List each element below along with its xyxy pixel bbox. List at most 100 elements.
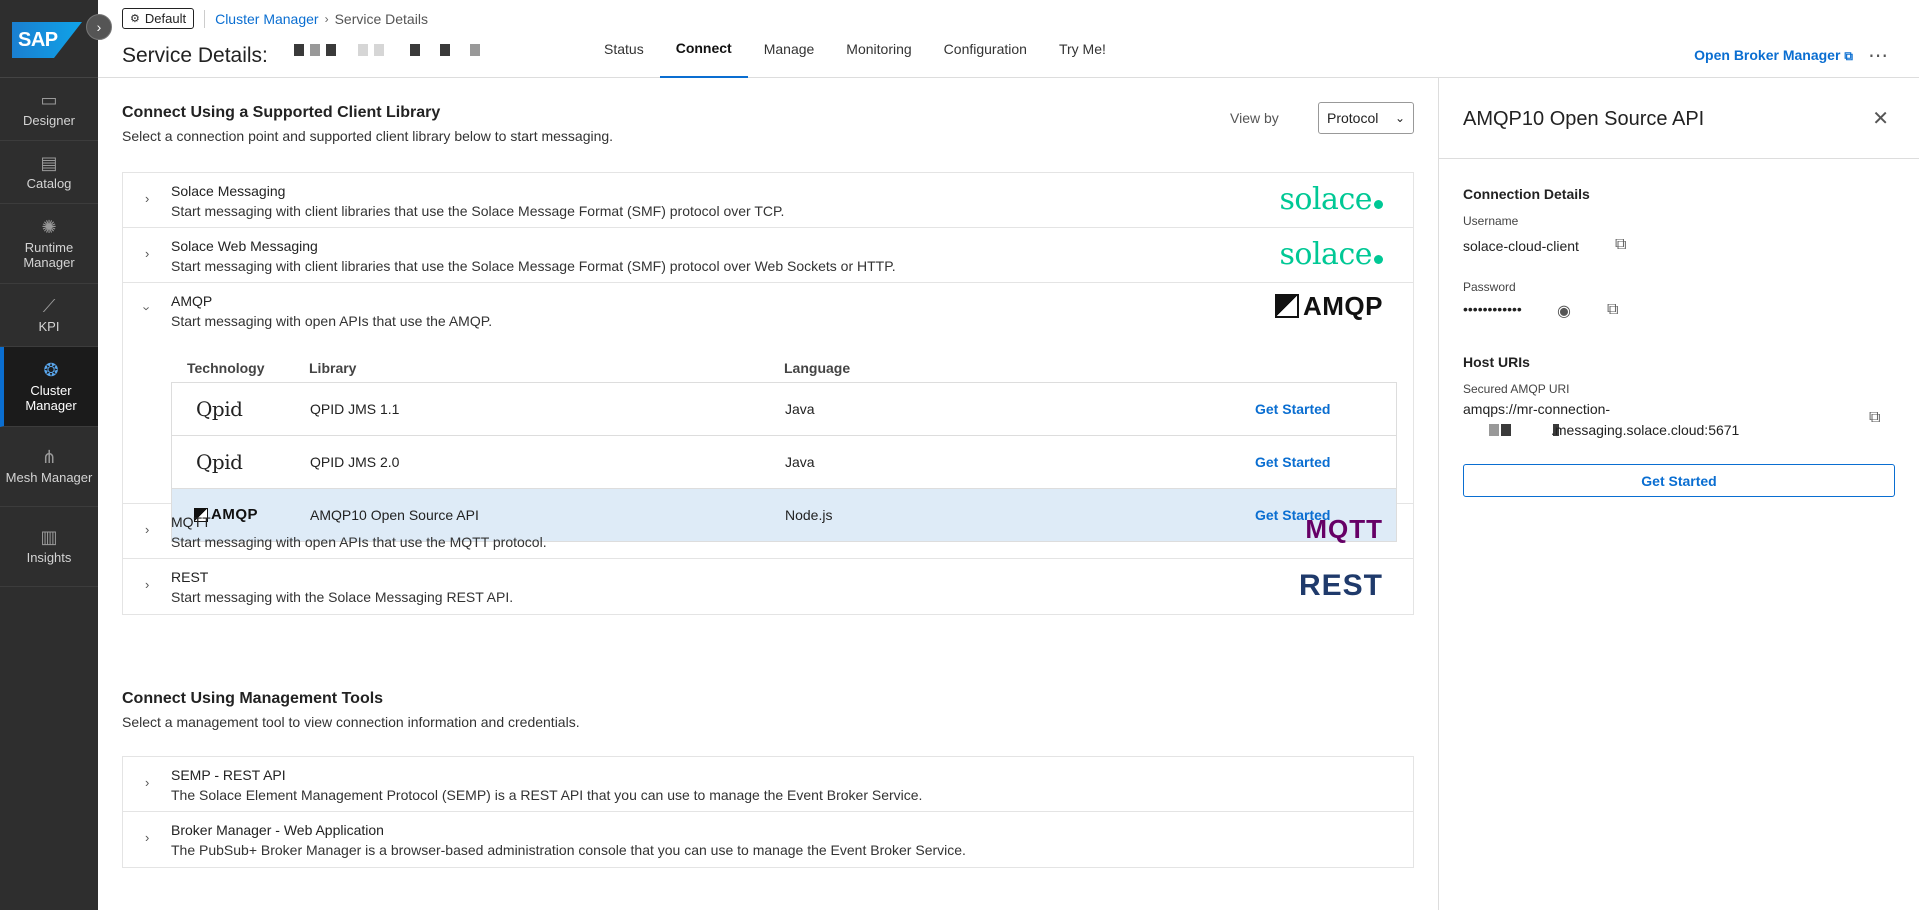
protocol-row-solace-web-messaging[interactable]: › Solace Web Messaging Start messaging w…: [123, 228, 1413, 283]
chevron-down-icon[interactable]: ›: [140, 306, 155, 310]
nav-item-catalog[interactable]: ▤ Catalog: [0, 141, 98, 204]
open-broker-manager-link[interactable]: Open Broker Manager ⧉: [1694, 47, 1853, 64]
client-library-title: Connect Using a Supported Client Library: [122, 104, 441, 121]
management-tools-subtitle: Select a management tool to view connect…: [122, 714, 580, 730]
column-header-technology: Technology: [187, 359, 265, 376]
redacted-service-name: [294, 44, 480, 56]
chevron-right-icon[interactable]: ›: [145, 577, 149, 592]
redaction-block: [440, 44, 450, 56]
table-row[interactable]: Qpid QPID JMS 1.1 Java Get Started: [171, 383, 1397, 436]
username-value: solace-cloud-client: [1463, 238, 1579, 254]
tools-accordion: › SEMP - REST API The Solace Element Man…: [122, 756, 1414, 868]
tool-description: The Solace Element Management Protocol (…: [171, 787, 923, 803]
nav-item-kpi[interactable]: ⟋ KPI: [0, 284, 98, 347]
header: ⚙ Default Cluster Manager › Service Deta…: [98, 0, 1919, 78]
logo-text: solace: [1279, 237, 1373, 272]
logo-text: solace: [1279, 182, 1373, 217]
breadcrumb-current: Service Details: [334, 10, 428, 27]
protocol-description: Start messaging with open APIs that use …: [171, 534, 547, 550]
chart-line-icon: ⟋: [42, 295, 56, 316]
redaction-block: [1501, 424, 1511, 436]
tab-status[interactable]: Status: [588, 0, 660, 78]
tool-row-broker-manager[interactable]: › Broker Manager - Web Application The P…: [123, 812, 1413, 867]
secured-amqp-uri-line1: amqps://mr-connection-: [1463, 401, 1611, 417]
nav-item-insights[interactable]: ▥ Insights: [0, 507, 98, 587]
tab-try-me[interactable]: Try Me!: [1043, 0, 1122, 78]
service-tabs: Status Connect Manage Monitoring Configu…: [588, 0, 1122, 78]
chevron-right-icon[interactable]: ›: [145, 775, 149, 790]
host-uris-heading: Host URIs: [1463, 354, 1530, 370]
bar-chart-icon: ▥: [40, 527, 58, 547]
protocol-row-rest[interactable]: › REST Start messaging with the Solace M…: [123, 559, 1413, 614]
connection-details-heading: Connection Details: [1463, 186, 1590, 202]
copy-icon[interactable]: ⧉: [1869, 409, 1880, 427]
nav-item-cluster-manager[interactable]: ❂ Cluster Manager: [0, 347, 98, 427]
breadcrumb: ⚙ Default Cluster Manager › Service Deta…: [122, 8, 428, 29]
mqtt-logo: MQTT: [1305, 514, 1383, 544]
get-started-button[interactable]: Get Started: [1463, 464, 1895, 497]
environment-badge[interactable]: ⚙ Default: [122, 8, 195, 29]
protocol-name: REST: [171, 569, 209, 585]
left-nav: SAP ▭ Designer ▤ Catalog ✺ Runtime Manag…: [0, 0, 98, 910]
view-by-value: Protocol: [1327, 110, 1379, 126]
chevron-down-icon: ⌄: [1394, 111, 1405, 125]
chevron-right-icon[interactable]: ›: [145, 191, 149, 206]
close-icon[interactable]: ✕: [1872, 106, 1889, 131]
nav-item-mesh-manager[interactable]: ⋔ Mesh Manager: [0, 427, 98, 507]
get-started-link[interactable]: Get Started: [1255, 454, 1395, 470]
table-row[interactable]: Qpid QPID JMS 2.0 Java Get Started: [171, 436, 1397, 489]
column-header-language: Language: [784, 359, 851, 376]
library-name: QPID JMS 2.0: [310, 454, 400, 470]
protocol-row-solace-messaging[interactable]: › Solace Messaging Start messaging with …: [123, 173, 1413, 228]
protocol-row-mqtt[interactable]: › MQTT Start messaging with open APIs th…: [123, 504, 1413, 559]
tab-connect[interactable]: Connect: [659, 0, 748, 78]
redaction-block: [294, 44, 304, 56]
tab-monitoring[interactable]: Monitoring: [830, 0, 927, 78]
chevron-right-icon[interactable]: ›: [145, 246, 149, 261]
mesh-icon: ⋔: [41, 447, 57, 467]
nav-item-runtime-manager[interactable]: ✺ Runtime Manager: [0, 204, 98, 284]
copy-icon[interactable]: ⧉: [1607, 301, 1618, 319]
catalog-icon: ▤: [40, 152, 58, 173]
copy-icon[interactable]: ⧉: [1615, 236, 1626, 254]
external-link-icon: ⧉: [1844, 49, 1853, 63]
tool-name: SEMP - REST API: [171, 767, 286, 783]
library-language: Java: [785, 401, 815, 417]
designer-icon: ▭: [40, 89, 58, 110]
chevron-right-icon[interactable]: ›: [145, 522, 149, 537]
view-by-select[interactable]: Protocol ⌄: [1318, 102, 1414, 134]
password-label: Password: [1463, 280, 1516, 294]
protocol-name[interactable]: AMQP: [171, 293, 212, 309]
tool-row-semp[interactable]: › SEMP - REST API The Solace Element Man…: [123, 757, 1413, 812]
tab-manage[interactable]: Manage: [748, 0, 831, 78]
main-content: Connect Using a Supported Client Library…: [98, 78, 1438, 910]
tab-configuration[interactable]: Configuration: [928, 0, 1043, 78]
redaction-block: [1489, 424, 1499, 436]
logo-text: AMQP: [1303, 291, 1383, 321]
protocol-description: Start messaging with open APIs that use …: [171, 313, 493, 329]
protocol-description: Start messaging with client libraries th…: [171, 203, 785, 219]
gear-icon: ⚙: [130, 13, 140, 25]
nav-item-label: KPI: [38, 318, 60, 334]
nav-item-designer[interactable]: ▭ Designer: [0, 78, 98, 141]
secured-amqp-uri-label: Secured AMQP URI: [1463, 382, 1570, 396]
username-label: Username: [1463, 214, 1519, 228]
breadcrumb-link-cluster-manager[interactable]: Cluster Manager: [215, 11, 319, 27]
qpid-logo: Qpid: [196, 450, 243, 474]
protocol-accordion: › Solace Messaging Start messaging with …: [122, 172, 1414, 615]
tool-name: Broker Manager - Web Application: [171, 822, 384, 838]
chevron-right-icon[interactable]: ›: [86, 14, 112, 40]
library-language: Java: [785, 454, 815, 470]
redaction-block: [326, 44, 336, 56]
chevron-right-icon[interactable]: ›: [145, 830, 149, 845]
eye-icon[interactable]: ◉: [1557, 301, 1571, 321]
amqp-logo: AMQP: [1275, 293, 1383, 319]
library-table-header: Technology Library Language: [171, 353, 1397, 383]
get-started-link[interactable]: Get Started: [1255, 401, 1395, 417]
chevron-right-icon: ›: [324, 11, 329, 26]
more-options-button[interactable]: ⋯: [1868, 43, 1889, 68]
logo-area: SAP: [0, 0, 98, 78]
